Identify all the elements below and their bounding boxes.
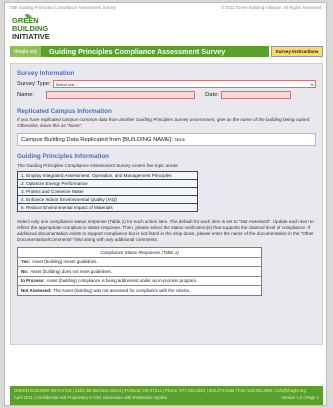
gbi-logo: GREEN BUILDING INITIATIVE: [12, 14, 50, 41]
footer-confidential: April 2011 | Confidential and Proprietar…: [14, 395, 167, 400]
replicated-campus-field[interactable]: Campus Building Data Replicated from [BU…: [17, 133, 316, 146]
name-date-row: Name: Date:: [17, 91, 316, 99]
table-row: No: Asset (building) does not meet guidel…: [18, 267, 261, 277]
list-item: 2. Optimize Energy Performance: [18, 180, 197, 188]
replicated-note: If you have replicated campus-common dat…: [17, 117, 311, 128]
site-link[interactable]: thegbi.org: [10, 46, 41, 57]
survey-instructions-button[interactable]: Survey Instructions: [271, 46, 323, 57]
replicated-heading: Replicated Campus Information: [17, 108, 112, 115]
survey-type-select[interactable]: Select one... ▾: [52, 80, 316, 88]
table-title: Compliance Status Responses (Table 1): [18, 248, 261, 258]
replicated-field-value: None: [175, 137, 186, 142]
table-row: In Process: Asset (building) compliance i…: [18, 277, 261, 286]
footer-page-number: Version 1.0 | Page 1: [281, 395, 319, 400]
document-header: GBI Guiding Principles Compliance Assess…: [5, 3, 326, 12]
principles-heading: Guiding Principles Information: [17, 153, 110, 160]
title-banner: thegbi.org Guiding Principles Compliance…: [10, 46, 323, 57]
date-label: Date:: [205, 92, 219, 98]
doc-title: GBI Guiding Principles Compliance Assess…: [10, 5, 117, 10]
principles-instructions: Select only one compliance status respon…: [17, 219, 314, 242]
list-item: 3. Protect and Conserve Water: [18, 188, 197, 196]
survey-form: Survey Information Survey Type: Select o…: [10, 63, 323, 345]
survey-type-label: Survey Type:: [17, 81, 51, 87]
name-field[interactable]: [46, 91, 196, 99]
page-title: Guiding Principles Compliance Assessment…: [41, 46, 269, 57]
date-field[interactable]: [220, 91, 291, 99]
dropdown-arrow-icon: ▾: [310, 81, 313, 87]
survey-type-row: Survey Type: Select one... ▾: [17, 80, 316, 88]
table-row: Not Assessed: The Asset (building) was no…: [21, 287, 191, 293]
footer-contact: GREEN BUILDING INITIATIVE | 2104 SE Morr…: [14, 388, 306, 393]
list-item: 1. Employ Integrated Assessment, Operati…: [18, 172, 197, 180]
survey-info-heading: Survey Information: [17, 70, 75, 77]
list-item: 5. Reduce Environmental Impact of Materi…: [21, 205, 113, 210]
name-label: Name:: [17, 92, 35, 98]
table-row: Yes: Asset (building) meets guidelines.: [18, 258, 261, 267]
survey-page: GBI Guiding Principles Compliance Assess…: [4, 2, 327, 406]
list-item: 4. Enhance Indoor Environmental Quality …: [18, 196, 197, 204]
replicated-field-label: Campus Building Data Replicated from [BU…: [21, 136, 174, 143]
compliance-status-table: Compliance Status Responses (Table 1) Ye…: [17, 247, 262, 296]
page-footer: GREEN BUILDING INITIATIVE | 2104 SE Morr…: [10, 386, 323, 405]
topic-areas-list: 1. Employ Integrated Assessment, Operati…: [17, 171, 198, 212]
principles-intro: The Guiding Principles Compliance Assess…: [17, 163, 179, 168]
copyright-text: © 2011 Green Building Initiative. All Ri…: [220, 5, 321, 10]
